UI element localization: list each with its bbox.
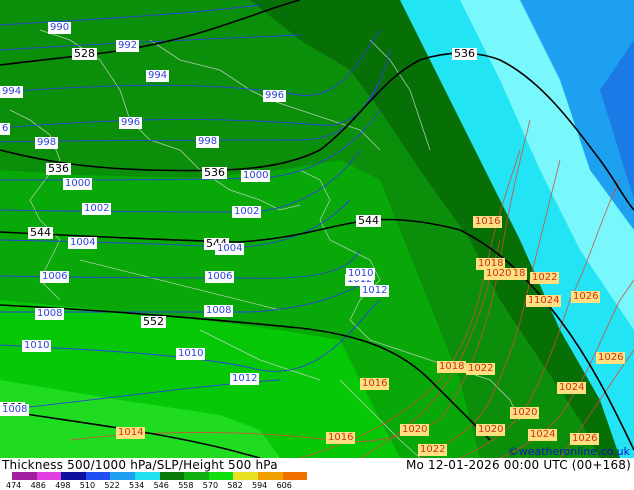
legend-tick: 522: [104, 481, 120, 490]
legend-swatch: [208, 472, 234, 480]
isobar-label-warm: 1022: [418, 444, 448, 456]
legend-swatch: [159, 472, 185, 480]
isobar-label: 1002: [232, 206, 262, 218]
thickness-label: 552: [141, 315, 166, 328]
isobar-label: 1008: [0, 404, 30, 416]
isobar-label-warm: 1024: [557, 382, 587, 394]
isobar-label-warm: 1016: [473, 216, 503, 228]
legend-swatch: [282, 472, 308, 480]
isobar-label: 1000: [241, 170, 271, 182]
isobar-label-warm: 1024: [528, 429, 558, 441]
isobar-label: 992: [116, 40, 140, 52]
footer: ©weatheronline.co.uk Thickness 500/1000 …: [0, 445, 634, 490]
isobar-label: 994: [146, 70, 170, 82]
isobar-label: 996: [119, 117, 143, 129]
isobar-label: 1010: [346, 268, 376, 280]
isobar-label: 998: [196, 136, 220, 148]
isobar-label: 1000: [63, 178, 93, 190]
map-labels: 5285365365365445445445525609909929949949…: [0, 0, 634, 458]
isobar-label-warm: 1020: [400, 424, 430, 436]
legend-tick: 594: [252, 481, 268, 490]
legend-tick: 606: [276, 481, 292, 490]
legend-swatch: [258, 472, 283, 480]
legend-tick: 486: [30, 481, 46, 490]
isobar-label: 1006: [205, 271, 235, 283]
isobar-label: 1006: [40, 271, 70, 283]
isobar-label: 1008: [204, 305, 234, 317]
map-date: Mo 12-01-2026 00:00 UTC (00+168): [405, 458, 631, 472]
legend-tick: 582: [227, 481, 243, 490]
isobar-label: 1012: [360, 285, 390, 297]
isobar-label-warm: 1024: [532, 295, 562, 307]
isobar-label-warm: 1014: [116, 427, 146, 439]
isobar-label: 996: [263, 90, 287, 102]
thickness-label: 544: [28, 226, 53, 239]
isobar-label: 1012: [230, 373, 260, 385]
isobar-label-warm: 1020: [476, 424, 506, 436]
thickness-label: 528: [72, 47, 97, 60]
legend-swatch: [61, 472, 86, 480]
isobar-label: 1010: [22, 340, 52, 352]
legend-swatch: [110, 472, 135, 480]
isobar-label-warm: 1026: [596, 352, 626, 364]
isobar-label-warm: 1022: [466, 363, 496, 375]
legend-tick: 498: [55, 481, 71, 490]
legend-swatch: [184, 472, 209, 480]
isobar-label-warm: 1026: [570, 433, 600, 445]
legend-swatch: [12, 472, 37, 480]
legend-tick: 534: [129, 481, 145, 490]
isobar-label-warm: 1016: [360, 378, 390, 390]
legend-tick: 558: [178, 481, 194, 490]
isobar-label-warm: 1018: [437, 361, 467, 373]
thickness-label: 536: [452, 47, 477, 60]
isobar-label: 1004: [68, 237, 98, 249]
thickness-label: 536: [46, 162, 71, 175]
legend-tick: 510: [79, 481, 96, 490]
thickness-legend: 474 486 498 510 522 534 546 558 570 582 594 606: [6, 472, 332, 490]
thickness-label: 536: [202, 166, 227, 179]
isobar-label: 990: [48, 22, 72, 34]
isobar-label: 994: [0, 86, 24, 98]
map-title: Thickness 500/1000 hPa/SLP/Height 500 hP…: [2, 458, 278, 472]
thickness-label: 544: [356, 214, 381, 227]
legend-tick: 474: [6, 481, 22, 490]
legend-swatch: [135, 472, 160, 480]
isobar-label: 1002: [82, 203, 112, 215]
isobar-label-warm: 1022: [530, 272, 560, 284]
isobar-label: 1008: [35, 308, 65, 320]
legend-tick: 570: [202, 481, 219, 490]
legend-tick: 546: [153, 481, 169, 490]
isobar-label: 998: [35, 137, 59, 149]
legend-swatch: [36, 472, 62, 480]
isobar-label: 6: [0, 123, 11, 135]
isobar-label-warm: 1016: [326, 432, 356, 444]
isobar-label-warm: 1020: [510, 407, 540, 419]
credit-text: ©weatheronline.co.uk: [507, 445, 630, 458]
isobar-label-warm: 1020: [484, 268, 514, 280]
isobar-label: 1004: [215, 243, 245, 255]
isobar-label-warm: 1026: [571, 291, 601, 303]
legend-swatch: [85, 472, 111, 480]
legend-swatch: [233, 472, 258, 480]
isobar-label: 1010: [176, 348, 206, 360]
